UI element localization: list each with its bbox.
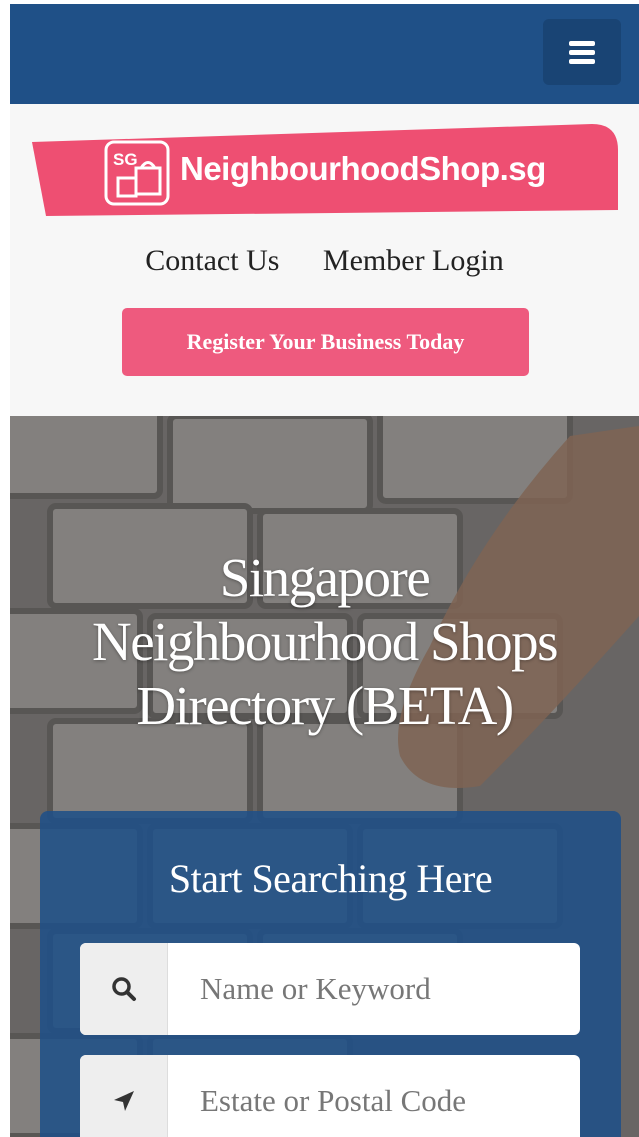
hero-section: Singapore Neighbourhood Shops Directory … — [10, 416, 639, 1137]
location-input[interactable] — [168, 1055, 580, 1137]
register-business-button[interactable]: Register Your Business Today — [122, 308, 529, 376]
keyword-field — [80, 943, 580, 1035]
location-arrow-icon — [80, 1055, 168, 1137]
site-header: SG NeighbourhoodShop.sg Contact Us Membe… — [10, 104, 639, 416]
location-field — [80, 1055, 580, 1137]
hamburger-icon — [569, 40, 595, 46]
logo-link[interactable]: SG NeighbourhoodShop.sg — [32, 124, 618, 216]
search-title: Start Searching Here — [168, 856, 493, 901]
svg-text:SG: SG — [113, 150, 138, 169]
contact-us-link[interactable]: Contact Us — [145, 244, 279, 277]
hamburger-icon-bar — [569, 58, 595, 64]
top-navbar — [10, 4, 639, 104]
hamburger-icon-bar — [569, 49, 595, 55]
header-links: Contact Us Member Login — [10, 244, 639, 278]
menu-toggle-button[interactable] — [543, 19, 621, 85]
shopping-bag-logo-icon: SG — [104, 140, 170, 206]
brand-name: NeighbourhoodShop.sg — [180, 150, 546, 187]
search-panel: Start Searching Here — [40, 811, 621, 1137]
keyword-input[interactable] — [168, 943, 580, 1035]
hero-title: Singapore Neighbourhood Shops Directory … — [92, 547, 558, 736]
search-icon — [80, 943, 168, 1035]
member-login-link[interactable]: Member Login — [323, 244, 504, 277]
